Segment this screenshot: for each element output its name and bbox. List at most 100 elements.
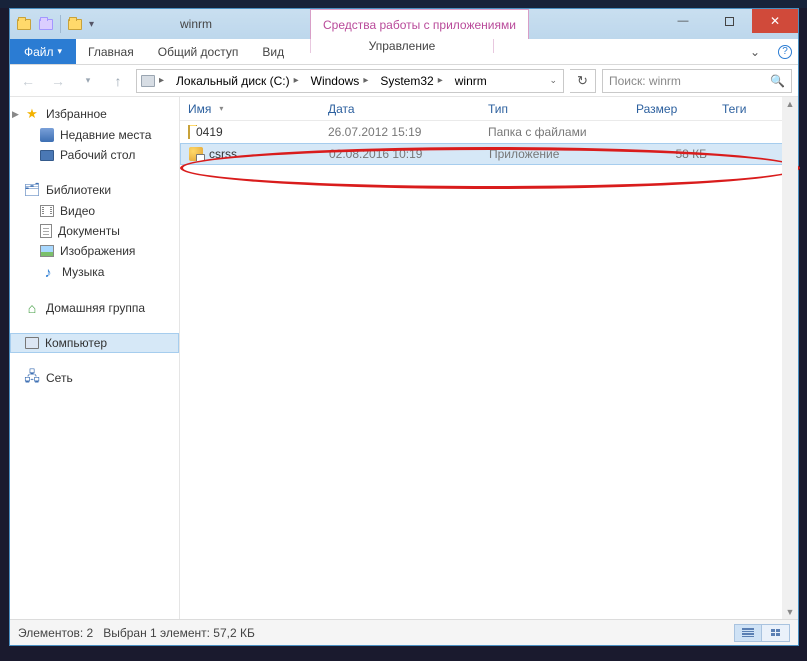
nav-computer[interactable]: Компьютер — [10, 333, 179, 353]
col-header-date[interactable]: Дата — [320, 102, 480, 116]
file-type: Приложение — [481, 147, 629, 161]
scroll-up-icon[interactable]: ▲ — [786, 99, 795, 109]
file-date: 02.08.2016 10:19 — [321, 147, 481, 161]
file-rows[interactable]: 0419 26.07.2012 15:19 Папка с файлами cs… — [180, 121, 798, 619]
app-folder-icon — [16, 16, 32, 32]
view-icons-button[interactable] — [762, 624, 790, 642]
col-header-size[interactable]: Размер — [628, 102, 714, 116]
nav-music[interactable]: ♪ Музыка — [10, 261, 179, 283]
qat-properties-icon[interactable] — [38, 16, 54, 32]
status-bar: Элементов: 2 Выбран 1 элемент: 57,2 КБ — [10, 619, 798, 645]
col-label: Имя — [188, 102, 211, 116]
refresh-icon: ↻ — [577, 73, 588, 89]
chevron-down-icon: ⌄ — [549, 75, 557, 86]
nav-recent-places[interactable]: Недавние места — [10, 125, 179, 145]
nav-pictures[interactable]: Изображения — [10, 241, 179, 261]
qat-new-folder-icon[interactable] — [67, 16, 83, 32]
document-icon — [40, 224, 52, 238]
file-row-app[interactable]: csrss 02.08.2016 10:19 Приложение 58 КБ — [180, 143, 798, 165]
video-icon — [40, 205, 54, 217]
tab-label: Файл — [24, 45, 54, 59]
file-row-folder[interactable]: 0419 26.07.2012 15:19 Папка с файлами — [180, 121, 798, 143]
file-tab[interactable]: Файл ▾ — [10, 39, 76, 64]
star-icon: ★ — [24, 106, 40, 122]
details-view-icon — [742, 628, 754, 637]
breadcrumb-root[interactable]: ▸ — [137, 70, 172, 92]
close-button[interactable]: ✕ — [752, 9, 798, 33]
breadcrumb-seg-1[interactable]: Windows▸ — [307, 70, 377, 92]
address-breadcrumb[interactable]: ▸ Локальный диск (C:)▸ Windows▸ System32… — [136, 69, 564, 93]
nav-history-dropdown[interactable]: ▾ — [76, 69, 100, 93]
tab-label: Общий доступ — [158, 45, 239, 59]
col-header-name[interactable]: Имя ▾ — [180, 102, 320, 116]
nav-label: Музыка — [62, 265, 104, 279]
window-controls: — ✕ — [660, 9, 798, 33]
music-icon: ♪ — [40, 264, 56, 280]
navigation-pane[interactable]: ▶ ★ Избранное Недавние места Рабочий сто… — [10, 97, 180, 619]
qat-separator — [60, 15, 61, 33]
nav-up-button[interactable]: ↑ — [106, 69, 130, 93]
tab-label: Главная — [88, 45, 134, 59]
contextual-tab-header: Средства работы с приложениями — [310, 9, 529, 39]
nav-label: Библиотеки — [46, 183, 111, 197]
maximize-button[interactable] — [706, 9, 752, 33]
nav-label: Рабочий стол — [60, 148, 135, 162]
nav-desktop[interactable]: Рабочий стол — [10, 145, 179, 165]
minimize-button[interactable]: — — [660, 9, 706, 33]
tab-home[interactable]: Главная — [76, 39, 146, 64]
quick-access-toolbar: ▾ — [10, 15, 94, 33]
desktop-background — [0, 0, 807, 8]
breadcrumb-seg-0[interactable]: Локальный диск (C:)▸ — [172, 70, 307, 92]
refresh-button[interactable]: ↻ — [570, 69, 596, 93]
title-bar[interactable]: ▾ winrm Средства работы с приложениями —… — [10, 9, 798, 39]
tab-view[interactable]: Вид — [250, 39, 296, 64]
nav-group-favorites: ▶ ★ Избранное Недавние места Рабочий сто… — [10, 103, 179, 165]
column-headers: Имя▾ Дата Тип Размер Теги — [180, 97, 798, 121]
nav-label: Недавние места — [60, 128, 151, 142]
icons-view-icon — [771, 629, 780, 636]
expand-ribbon-icon[interactable]: ⌄ — [748, 45, 762, 59]
chevron-down-icon: ▾ — [58, 46, 63, 57]
scroll-down-icon[interactable]: ▼ — [786, 607, 795, 617]
nav-group-computer: Компьютер — [10, 333, 179, 353]
maximize-icon — [725, 17, 734, 26]
breadcrumb-seg-2[interactable]: System32▸ — [376, 70, 450, 92]
view-details-button[interactable] — [734, 624, 762, 642]
desktop-icon — [40, 150, 54, 161]
breadcrumb-label: Локальный диск (C:) — [176, 74, 290, 88]
tab-share[interactable]: Общий доступ — [146, 39, 251, 64]
tab-manage[interactable]: Управление — [310, 39, 494, 53]
window-title: winrm — [180, 17, 212, 31]
collapse-icon[interactable]: ▶ — [12, 109, 19, 120]
nav-documents[interactable]: Документы — [10, 221, 179, 241]
file-date: 26.07.2012 15:19 — [320, 125, 480, 139]
chevron-right-icon[interactable]: ▸ — [292, 75, 301, 86]
chevron-down-icon: ▾ — [86, 75, 91, 86]
nav-videos[interactable]: Видео — [10, 201, 179, 221]
picture-icon — [40, 245, 54, 257]
file-name: 0419 — [196, 125, 223, 139]
nav-label: Домашняя группа — [46, 301, 145, 315]
libraries-icon: 🗂 — [24, 182, 40, 198]
chevron-right-icon[interactable]: ▸ — [436, 75, 445, 86]
nav-favorites-header[interactable]: ▶ ★ Избранное — [10, 103, 179, 125]
nav-libraries-header[interactable]: 🗂 Библиотеки — [10, 179, 179, 201]
chevron-right-icon[interactable]: ▸ — [157, 75, 166, 86]
nav-forward-button[interactable]: → — [46, 69, 70, 93]
col-header-type[interactable]: Тип — [480, 102, 628, 116]
breadcrumb-seg-3[interactable]: winrm — [451, 70, 493, 92]
help-icon[interactable]: ? — [778, 45, 792, 59]
address-bar-row: ← → ▾ ↑ ▸ Локальный диск (C:)▸ Windows▸ … — [10, 65, 798, 97]
breadcrumb-label: winrm — [455, 74, 487, 88]
search-input[interactable]: Поиск: winrm 🔍 — [602, 69, 792, 93]
chevron-down-icon: ▾ — [215, 104, 223, 113]
qat-overflow-icon[interactable]: ▾ — [89, 19, 94, 30]
nav-homegroup[interactable]: ⌂ Домашняя группа — [10, 297, 179, 319]
breadcrumb-dropdown[interactable]: ⌄ — [545, 70, 563, 92]
arrow-up-icon: ↑ — [115, 73, 122, 89]
breadcrumb-label: System32 — [380, 74, 433, 88]
vertical-scrollbar[interactable]: ▲ ▼ — [782, 97, 798, 619]
chevron-right-icon[interactable]: ▸ — [361, 75, 370, 86]
nav-network[interactable]: 🖧 Сеть — [10, 367, 179, 389]
nav-back-button[interactable]: ← — [16, 69, 40, 93]
